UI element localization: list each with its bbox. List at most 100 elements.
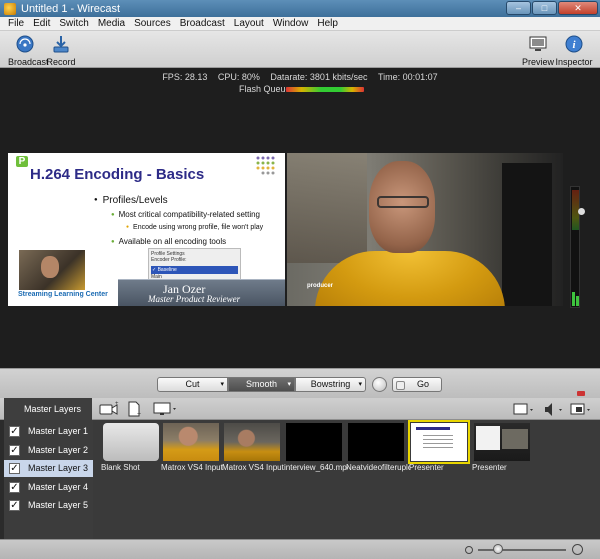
- broadcast-button[interactable]: Broadcast: [8, 34, 49, 67]
- volume-slider-thumb[interactable]: [578, 208, 585, 215]
- broadcast-label: Broadcast: [8, 57, 49, 67]
- go-button[interactable]: Go: [392, 377, 442, 392]
- stats-line: FPS: 28.13 CPU: 80% Datarate: 3801 kbits…: [0, 72, 600, 82]
- layer-item-3[interactable]: ✓ Master Layer 3: [4, 460, 93, 477]
- inspector-button[interactable]: i Inspector: [555, 34, 593, 67]
- shot-thumbnail: [286, 423, 342, 461]
- streaming-learning-center-logo: Streaming Learning Center: [18, 291, 108, 298]
- layer-label: Master Layer 3: [28, 463, 89, 473]
- menu-switch[interactable]: Switch: [55, 17, 93, 30]
- add-display-shot-icon[interactable]: [153, 401, 179, 417]
- menu-broadcast[interactable]: Broadcast: [176, 17, 230, 30]
- shot-tile[interactable]: Blank Shot: [101, 423, 159, 472]
- dot-pattern-icon: [256, 156, 275, 175]
- menu-bar: File Edit Switch Media Sources Broadcast…: [0, 17, 600, 31]
- layer-item-4[interactable]: ✓ Master Layer 4: [4, 479, 93, 496]
- menu-help[interactable]: Help: [313, 17, 343, 30]
- menu-edit[interactable]: Edit: [29, 17, 55, 30]
- minimize-button[interactable]: –: [506, 1, 531, 15]
- svg-text:+: +: [115, 401, 119, 407]
- layer-audio-icon[interactable]: [543, 402, 565, 417]
- shot-label: Matrox VS4 Input 2: [222, 463, 286, 472]
- info-icon: i: [565, 35, 583, 53]
- shot-tile[interactable]: Presenter: [472, 423, 530, 472]
- shot-tile-selected[interactable]: Presenter: [408, 420, 470, 472]
- shot-thumbnail: [224, 423, 280, 461]
- shot-tile[interactable]: Matrox VS4 Input 2: [222, 423, 286, 472]
- zoom-out-icon[interactable]: [465, 546, 473, 554]
- menu-window[interactable]: Window: [269, 17, 314, 30]
- chevron-down-icon: ▾: [220, 381, 224, 388]
- title-bar: Untitled 1 - Wirecast – □ ✕: [0, 0, 600, 17]
- slide-bullet-1: Profiles/Levels: [94, 195, 168, 206]
- shot-thumbnail: [163, 423, 219, 461]
- thumbnail-zoom-thumb[interactable]: [493, 544, 503, 554]
- stage-area: FPS: 28.13 CPU: 80% Datarate: 3801 kbits…: [0, 68, 600, 409]
- thumbnail-zoom-slider[interactable]: [478, 549, 566, 551]
- bowstring-transition-button[interactable]: Bowstring ▾: [295, 377, 366, 392]
- preview-label: Preview: [522, 57, 555, 67]
- layer-item-5[interactable]: ✓ Master Layer 5: [4, 497, 93, 514]
- shot-tile[interactable]: Neatvideofilteruploac: [346, 423, 410, 472]
- broadcast-icon: [16, 35, 34, 53]
- fps-readout: FPS: 28.13: [162, 72, 208, 82]
- add-media-shot-icon[interactable]: +: [126, 401, 144, 417]
- wirecast-app-icon: [4, 2, 16, 15]
- shot-tile[interactable]: Matrox VS4 Input 1: [161, 423, 225, 472]
- menu-sources[interactable]: Sources: [130, 17, 176, 30]
- maximize-button[interactable]: □: [532, 1, 557, 15]
- window-controls: – □ ✕: [506, 1, 598, 15]
- bowstring-label: Bowstring: [310, 379, 351, 389]
- producer-logo: producer: [307, 283, 334, 289]
- shot-thumbnail: [408, 420, 470, 464]
- preview-button[interactable]: Preview: [522, 34, 554, 67]
- layer-label: Master Layer 1: [28, 426, 89, 436]
- menu-media[interactable]: Media: [94, 17, 130, 30]
- cut-transition-button[interactable]: Cut ▾: [157, 377, 228, 392]
- close-button[interactable]: ✕: [558, 1, 598, 15]
- layer-output-icon[interactable]: [570, 402, 592, 417]
- layer-checkbox[interactable]: ✓: [9, 463, 20, 474]
- layer-checkbox[interactable]: ✓: [9, 500, 20, 511]
- record-button[interactable]: Record: [46, 34, 76, 67]
- shot-view-mode-icon[interactable]: [513, 402, 535, 417]
- camera-doorway: [502, 163, 552, 306]
- layers-toolbar: Master Layers + +: [0, 398, 600, 420]
- inspector-label: Inspector: [555, 57, 593, 67]
- nameplate-title: Master Product Reviewer: [148, 294, 241, 304]
- camera-shelf: [287, 153, 367, 263]
- shot-thumbnail: [103, 423, 159, 461]
- layer-label: Master Layer 4: [28, 482, 89, 492]
- flash-queue-label: Flash Queue:: [239, 84, 294, 94]
- chevron-down-icon: ▾: [358, 381, 362, 388]
- layer-item-2[interactable]: ✓ Master Layer 2: [4, 442, 93, 459]
- preview-panel[interactable]: P H.264 Encoding - Basics Profiles/Level…: [8, 153, 285, 306]
- monitor-icon: [529, 36, 547, 51]
- master-layers-header: Master Layers: [4, 398, 92, 420]
- bottom-status-bar: [0, 539, 600, 559]
- transition-speed-button[interactable]: [372, 377, 387, 392]
- smooth-transition-button[interactable]: Smooth ▾: [228, 377, 295, 392]
- shot-label: Presenter: [472, 463, 507, 472]
- menu-file[interactable]: File: [4, 17, 29, 30]
- lower-third-nameplate: Jan Ozer Master Product Reviewer: [118, 279, 285, 306]
- add-camera-shot-icon[interactable]: +: [99, 401, 119, 417]
- layer-item-1[interactable]: ✓ Master Layer 1: [4, 423, 93, 440]
- layer-checkbox[interactable]: ✓: [9, 445, 20, 456]
- live-output-panel[interactable]: producer: [287, 153, 563, 306]
- camera-presenter-glasses: [377, 196, 429, 208]
- layer-checkbox[interactable]: ✓: [9, 482, 20, 493]
- encoder-profile-label: Encoder Profile:: [151, 257, 187, 263]
- shot-thumbnail: [348, 423, 404, 461]
- datarate-readout: Datarate: 3801 kbits/sec: [270, 72, 368, 82]
- zoom-in-icon[interactable]: [572, 544, 583, 555]
- shot-label: interview_640.mp4: [284, 463, 348, 472]
- flash-queue-meter: [286, 87, 364, 92]
- main-toolbar: Broadcast Record Preview i Inspector: [0, 31, 600, 68]
- shot-tile[interactable]: interview_640.mp4: [284, 423, 348, 472]
- layer-checkbox[interactable]: ✓: [9, 426, 20, 437]
- menu-layout[interactable]: Layout: [230, 17, 269, 30]
- slide-title: H.264 Encoding - Basics: [30, 166, 205, 183]
- transition-bar: Cut ▾ Smooth ▾ Bowstring ▾ Go: [0, 368, 600, 398]
- profile-selected-item: ✓ Baseline: [151, 266, 238, 274]
